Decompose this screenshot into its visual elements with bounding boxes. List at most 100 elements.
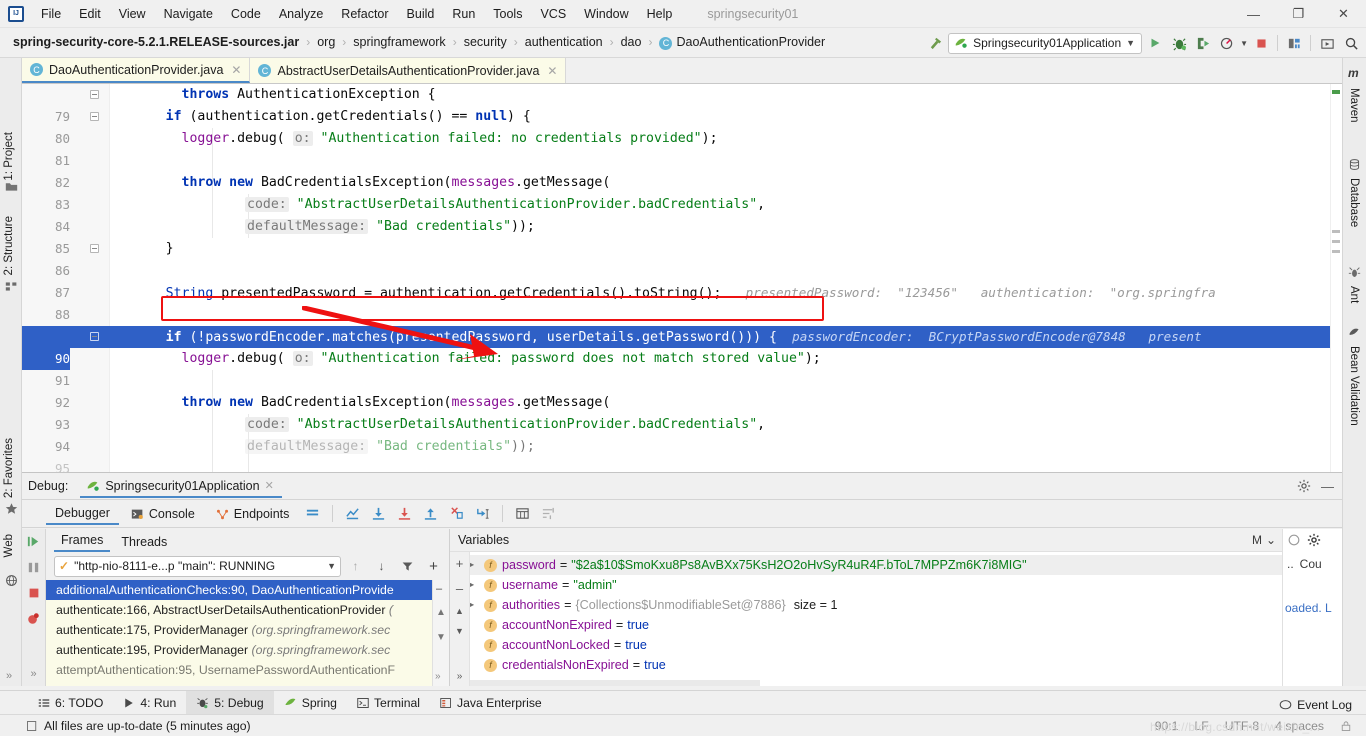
frames-scrollbar[interactable]: – ▲ ▼ » bbox=[432, 580, 449, 686]
code-line[interactable]: 86 } bbox=[22, 238, 1342, 278]
sidebar-item-web[interactable]: Web bbox=[3, 534, 15, 557]
resume-program-button[interactable] bbox=[26, 534, 41, 549]
show-execution-point-button[interactable] bbox=[341, 503, 364, 525]
menu-item-help[interactable]: Help bbox=[638, 4, 682, 24]
variables-horizontal-scrollbar[interactable] bbox=[470, 680, 760, 686]
code-line[interactable]: 80 if (authentication.getCredentials() =… bbox=[22, 106, 1342, 146]
caret-position[interactable]: 90:1 bbox=[1155, 719, 1179, 733]
code-line[interactable]: 87 bbox=[22, 260, 1342, 300]
more-icon[interactable]: » bbox=[457, 671, 463, 682]
close-icon[interactable]: ✕ bbox=[265, 479, 274, 492]
maximize-button[interactable]: ❐ bbox=[1276, 0, 1321, 28]
filter-frames-button[interactable] bbox=[396, 555, 419, 577]
code-line[interactable]: 82 bbox=[22, 150, 1342, 190]
code-line[interactable]: 94 code: "AbstractUserDetailsAuthenticat… bbox=[22, 414, 1342, 454]
tab-frames[interactable]: Frames bbox=[54, 531, 111, 552]
menu-item-window[interactable]: Window bbox=[575, 4, 637, 24]
frame-row[interactable]: authenticate:166, AbstractUserDetailsAut… bbox=[46, 600, 449, 620]
fold-icon[interactable] bbox=[90, 112, 99, 121]
select-in-button[interactable] bbox=[1316, 32, 1338, 54]
pause-program-button[interactable] bbox=[26, 560, 41, 575]
variable-row-account-non-locked[interactable]: ▶ f accountNonLocked = true bbox=[450, 635, 1282, 655]
stop-session-button[interactable] bbox=[27, 586, 41, 600]
step-into-button[interactable] bbox=[393, 503, 416, 525]
build-hammer-icon[interactable] bbox=[924, 32, 946, 54]
breadcrumb-item-springframework[interactable]: springframework bbox=[350, 33, 448, 51]
fold-icon[interactable] bbox=[90, 90, 99, 99]
editor-tab-abstract-user-details-authentication-provider[interactable]: C AbstractUserDetailsAuthenticationProvi… bbox=[250, 58, 567, 83]
run-to-cursor-button[interactable] bbox=[471, 503, 494, 525]
code-lines[interactable]: 79 throws AuthenticationException { 80 i… bbox=[22, 84, 1342, 472]
scroll-down-icon[interactable]: ▼ bbox=[455, 626, 464, 636]
menu-item-edit[interactable]: Edit bbox=[70, 4, 110, 24]
variable-row-authorities[interactable]: ▶ f authorities = {Collections$Unmodifia… bbox=[450, 595, 1282, 615]
add-button[interactable]: + bbox=[422, 555, 445, 577]
fold-icon[interactable] bbox=[90, 332, 99, 341]
breadcrumb-item-security[interactable]: security bbox=[461, 33, 510, 51]
fold-icon[interactable] bbox=[90, 244, 99, 253]
tool-window-todo[interactable]: 6: TODO bbox=[28, 691, 113, 715]
sidebar-item-bean-validation[interactable]: Bean Validation bbox=[1348, 346, 1360, 426]
layout-settings-button[interactable] bbox=[301, 503, 324, 525]
variables-list[interactable]: + – ▲ ▼ » ▶ f password = "$2a$10$SmoKxu8… bbox=[450, 552, 1282, 686]
gear-icon[interactable] bbox=[1307, 533, 1321, 547]
variable-row-username[interactable]: ▶ f username = "admin" bbox=[450, 575, 1282, 595]
code-line-boxed[interactable]: 88 String presentedPassword = authentica… bbox=[22, 282, 1342, 322]
editor-tab-dao-authentication-provider[interactable]: C DaoAuthenticationProvider.java ✕ bbox=[22, 58, 251, 83]
menu-item-code[interactable]: Code bbox=[222, 4, 270, 24]
view-breakpoints-button[interactable] bbox=[26, 611, 41, 626]
file-encoding[interactable]: UTF-8 bbox=[1225, 719, 1260, 733]
indent-setting[interactable]: 4 spaces bbox=[1275, 719, 1324, 733]
tool-window-debug[interactable]: 5: Debug bbox=[186, 690, 274, 715]
event-log-button[interactable]: Event Log bbox=[1279, 698, 1352, 712]
sort-settings-button[interactable] bbox=[537, 503, 560, 525]
tool-window-terminal[interactable]: Terminal bbox=[347, 691, 430, 715]
code-line[interactable]: 92 bbox=[22, 370, 1342, 410]
profiler-button[interactable] bbox=[1216, 32, 1238, 54]
breadcrumb-item-dao[interactable]: dao bbox=[618, 33, 645, 51]
clear-all-button[interactable] bbox=[1287, 533, 1301, 547]
code-editor[interactable]: 79 throws AuthenticationException { 80 i… bbox=[22, 84, 1342, 472]
tool-window-spring[interactable]: Spring bbox=[274, 691, 347, 715]
lock-icon[interactable] bbox=[1340, 720, 1352, 732]
stripe-more-icon[interactable]: » bbox=[6, 670, 12, 682]
tab-endpoints[interactable]: Endpoints bbox=[207, 503, 299, 524]
run-configuration-selector[interactable]: Springsecurity01Application ▼ bbox=[948, 32, 1143, 54]
close-icon[interactable]: ✕ bbox=[547, 64, 557, 78]
step-out-button[interactable] bbox=[419, 503, 442, 525]
frame-up-button[interactable]: ↑ bbox=[344, 555, 367, 577]
sidebar-item-structure[interactable]: 2: Structure bbox=[3, 216, 15, 275]
tool-window-java-enterprise[interactable]: Java Enterprise bbox=[430, 691, 552, 715]
menu-item-build[interactable]: Build bbox=[398, 4, 444, 24]
stop-button[interactable] bbox=[1250, 32, 1272, 54]
chevron-down-icon[interactable]: ▼ bbox=[327, 561, 336, 571]
breadcrumb-item-class[interactable]: C DaoAuthenticationProvider bbox=[656, 33, 828, 51]
frame-row[interactable]: additionalAuthenticationChecks:90, DaoAu… bbox=[46, 580, 449, 600]
minimize-panel-icon[interactable]: — bbox=[1321, 479, 1334, 494]
run-button[interactable] bbox=[1144, 32, 1166, 54]
minimize-button[interactable]: — bbox=[1231, 0, 1276, 28]
debug-session-tab[interactable]: Springsecurity01Application ✕ bbox=[80, 475, 282, 498]
mute-breakpoints-button[interactable]: » bbox=[30, 668, 36, 680]
tab-threads[interactable]: Threads bbox=[114, 533, 174, 552]
frame-row[interactable]: attemptAuthentication:95, UsernamePasswo… bbox=[46, 660, 449, 680]
breadcrumb-item-org[interactable]: org bbox=[314, 33, 338, 51]
code-line-current[interactable]: 90 if (!passwordEncoder.matches(presente… bbox=[22, 326, 1342, 370]
project-structure-button[interactable] bbox=[1283, 32, 1305, 54]
menu-item-view[interactable]: View bbox=[110, 4, 155, 24]
menu-item-analyze[interactable]: Analyze bbox=[270, 4, 332, 24]
sidebar-item-maven[interactable]: Maven bbox=[1348, 88, 1360, 123]
sidebar-item-project[interactable]: 1: Project bbox=[3, 132, 15, 181]
remove-watch-button[interactable]: – bbox=[456, 581, 463, 596]
scroll-up-icon[interactable]: ▲ bbox=[436, 607, 446, 618]
code-line[interactable]: 85 defaultMessage: "Bad credentials")); bbox=[22, 216, 1342, 256]
add-watch-button[interactable]: + bbox=[456, 556, 464, 571]
step-over-button[interactable] bbox=[367, 503, 390, 525]
debug-button[interactable] bbox=[1168, 32, 1190, 54]
evaluate-expression-button[interactable] bbox=[511, 503, 534, 525]
variable-row-account-non-expired[interactable]: ▶ f accountNonExpired = true bbox=[450, 615, 1282, 635]
scroll-up-icon[interactable]: ▲ bbox=[455, 606, 464, 616]
variable-row-credentials-non-expired[interactable]: ▶ f credentialsNonExpired = true bbox=[450, 655, 1282, 675]
menu-item-refactor[interactable]: Refactor bbox=[332, 4, 397, 24]
frame-row[interactable]: authenticate:195, ProviderManager (org.s… bbox=[46, 640, 449, 660]
